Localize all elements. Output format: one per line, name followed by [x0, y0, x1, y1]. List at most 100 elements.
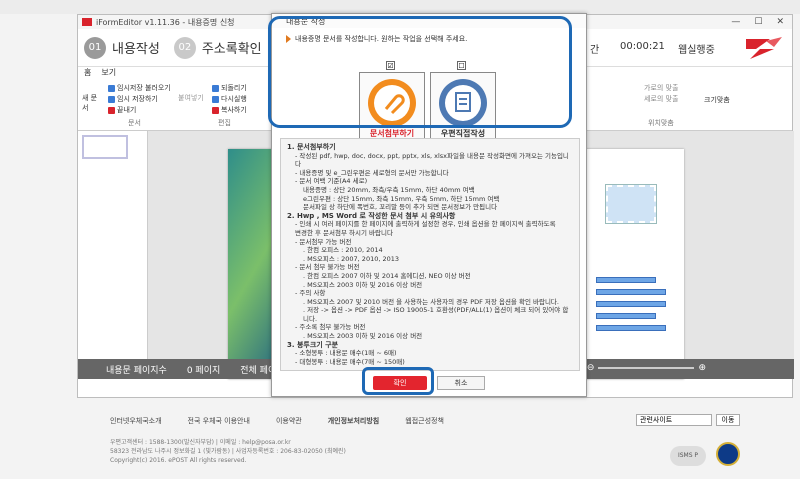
step-4-label: 간	[590, 45, 600, 56]
status-label: 웹실행중	[678, 45, 715, 56]
cancel-button[interactable]: 취소	[437, 376, 485, 390]
folder-icon	[108, 84, 115, 92]
temp-save-label: 임시 저장하기	[117, 95, 158, 103]
exit-button[interactable]: 끝내기	[108, 105, 136, 115]
footer-link-accessibility[interactable]: 웹접근성정책	[405, 416, 444, 426]
step-1-number: 01	[84, 36, 106, 59]
instruction-line: - 소형봉투 : 내용문 매수(1매 ~ 6매)	[295, 349, 397, 358]
paste-button[interactable]: 붙여넣기	[178, 93, 204, 103]
footer-links: 인터넷우체국소개 전국 우체국 이용안내 이용약관 개인정보처리방침 웹접근성정…	[110, 416, 444, 426]
ok-highlight	[362, 367, 434, 395]
align-horizontal-button[interactable]: 가로의 맞출	[644, 83, 678, 93]
exit-icon	[108, 106, 115, 114]
address-bar-3	[596, 301, 666, 307]
instruction-line: . 저장 -> 옵션 -> PDF 옵션 -> ISO 19005-1 호환성(…	[303, 306, 569, 323]
minimize-icon[interactable]: —	[731, 17, 740, 27]
fit-size-label: 크기맞춤	[704, 96, 730, 104]
address-bar-5	[596, 325, 666, 331]
step-2-number: 02	[173, 36, 196, 59]
page-thumbnail[interactable]	[82, 135, 128, 159]
instruction-line: - 문서 첨부 불가능 버전	[295, 263, 360, 272]
redo-icon	[212, 95, 219, 103]
new-doc-label: 새 문서	[82, 94, 98, 112]
instruction-line: 1. 문서첨부하기	[287, 143, 336, 151]
footer-link-privacy[interactable]: 개인정보처리방침	[328, 416, 380, 426]
postage-stamp-image	[605, 184, 657, 224]
instruction-line: . 한컴 오피스 : 2010, 2014	[303, 246, 383, 255]
related-sites-select[interactable]: 관련사이트	[636, 414, 712, 426]
group-document: 문서	[128, 119, 141, 127]
copy-label: 복사하기	[221, 106, 247, 114]
close-icon[interactable]: ✕	[776, 17, 784, 27]
group-position: 위치맞춤	[648, 119, 674, 127]
step-1[interactable]: 01 내용작성	[84, 36, 160, 59]
copy-button[interactable]: 복사하기	[212, 105, 247, 115]
copy-icon	[212, 106, 219, 114]
zoom-in-icon[interactable]: ⊕	[698, 363, 706, 373]
instruction-line: 변경한 후 문서첨부 하시기 바랍니다	[295, 228, 393, 237]
footer-link-guide[interactable]: 전국 우체국 이용안내	[188, 416, 250, 426]
temp-load-button[interactable]: 임시저장 불러오기	[108, 83, 171, 93]
dialog-instructions: 1. 문서첨부하기 - 작성된 pdf, hwp, doc, docx, ppt,…	[280, 138, 580, 371]
footer-info-line: Copyright(c) 2016. ePOST All rights rese…	[110, 457, 247, 464]
maximize-icon[interactable]: ☐	[754, 17, 762, 27]
step-1-label: 내용작성	[112, 42, 160, 57]
temp-load-label: 임시저장 불러오기	[117, 84, 171, 92]
align-vertical-label: 세로의 맞출	[644, 95, 679, 103]
align-vertical-button[interactable]: 세로의 맞출	[644, 94, 678, 104]
instruction-line: . MS오피스 2003 이하 및 2016 이상 버전	[303, 332, 423, 341]
new-doc-button[interactable]: 새 문서	[82, 93, 100, 113]
site-footer: 인터넷우체국소개 전국 우체국 이용안내 이용약관 개인정보처리방침 웹접근성정…	[0, 398, 800, 479]
brand-logo-icon	[746, 37, 782, 59]
step-2-label: 주소록확인	[201, 42, 262, 57]
options-highlight	[268, 16, 572, 128]
undo-button[interactable]: 되돌리기	[212, 83, 247, 93]
certification-seal-icon	[716, 442, 740, 466]
zoom-out-icon[interactable]: ⊖	[587, 363, 595, 373]
group-edit: 편집	[218, 119, 231, 127]
instruction-line: - 주소록 첨부 불가능 버전	[295, 323, 366, 332]
redo-button[interactable]: 다시실행	[212, 94, 247, 104]
footer-link-terms[interactable]: 이용약관	[276, 416, 302, 426]
instruction-line: - 문서첨부 가능 버전	[295, 237, 352, 246]
tab-home[interactable]: 홈	[84, 67, 91, 79]
footer-link-about[interactable]: 인터넷우체국소개	[110, 416, 162, 426]
address-bar-4	[596, 313, 656, 319]
temp-save-button[interactable]: 임시 저장하기	[108, 94, 158, 104]
pages-label: 내용문 페이지수	[106, 365, 167, 376]
go-button[interactable]: 이동	[716, 414, 740, 426]
instruction-line: . MS오피스 2003 이하 및 2016 이상 버전	[303, 280, 423, 289]
redo-label: 다시실행	[221, 95, 247, 103]
zoom-control: 0% ⊖ ⊕	[569, 363, 706, 373]
undo-label: 되돌리기	[221, 84, 247, 92]
instruction-line: 3. 봉투크기 구분	[287, 340, 339, 349]
instruction-line: . 한컴 오피스 2007 이하 및 2014 홈에디션, NEO 이상 버전	[303, 271, 471, 280]
instruction-line: 문서파일 상 하단에 폭번호, 꼬리말 등이 추가 되면 문서정보가 만됩니다	[303, 203, 498, 212]
session-timer: 00:00:21	[620, 41, 665, 52]
paste-label: 붙여넣기	[178, 94, 204, 102]
app-title: iFormEditor v1.11.36 - 내용증명 신청	[96, 17, 235, 27]
exit-label: 끝내기	[117, 106, 137, 114]
instruction-line: - 인쇄 시 여러 페이지를 한 페이지에 출력하게 설정한 경우, 인쇄 옵션…	[295, 220, 556, 229]
fit-size-button[interactable]: 크기맞춤	[704, 95, 730, 105]
pages-value: 0 페이지	[186, 365, 221, 376]
background-header	[0, 0, 800, 14]
address-bar-1	[596, 277, 656, 283]
footer-info-line: 우편고객센터 : 1588-1300(발신자부담) | 이메일 : help@p…	[110, 439, 291, 446]
footer-info: 우편고객센터 : 1588-1300(발신자부담) | 이메일 : help@p…	[110, 438, 346, 465]
align-horizontal-label: 가로의 맞출	[644, 84, 679, 92]
footer-info-line: 58323 전라남도 나주시 정보화길 1 (빛가람동) | 사업자등록번호 :…	[110, 448, 346, 455]
undo-icon	[212, 84, 219, 92]
instruction-line: - 주의 사항	[295, 289, 326, 298]
address-bar-2	[596, 289, 666, 295]
tab-view[interactable]: 보기	[101, 67, 116, 79]
instruction-line: e그린우편 : 상단 15mm, 좌측 15mm, 우측 5mm, 하단 15m…	[303, 194, 500, 203]
instruction-line: - 문서 여백 기준(A4 세로)	[295, 177, 368, 186]
instruction-line: - 대형봉투 : 내용문 매수(7매 ~ 150매)	[295, 357, 405, 366]
save-icon	[108, 95, 115, 103]
instruction-line: - 작성된 pdf, hwp, doc, docx, ppt, pptx, xl…	[295, 151, 569, 169]
zoom-slider[interactable]	[598, 367, 695, 369]
isms-badge: ISMS P	[670, 446, 706, 466]
step-2[interactable]: 02 주소록확인	[173, 36, 262, 59]
window-controls: — ☐ ✕	[731, 17, 792, 27]
